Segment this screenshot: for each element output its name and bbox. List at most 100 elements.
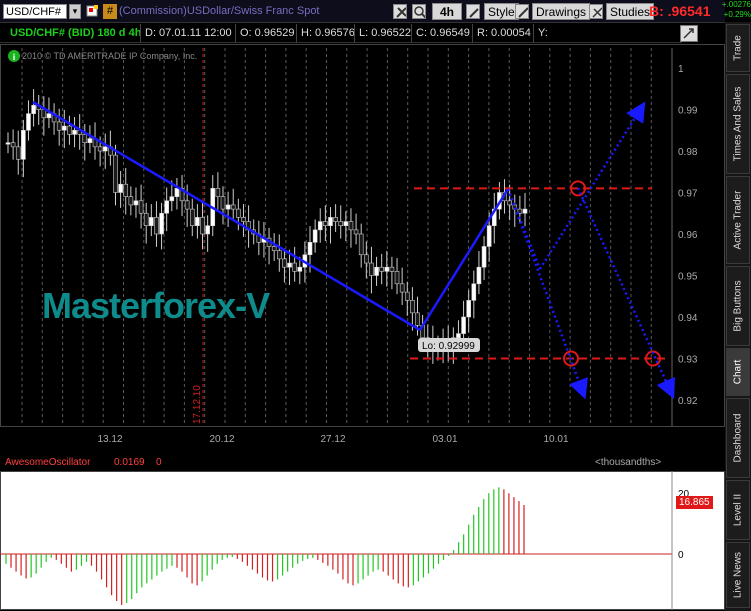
candle bbox=[169, 196, 175, 202]
candle bbox=[97, 146, 103, 152]
candle bbox=[343, 221, 349, 227]
candle bbox=[133, 200, 139, 206]
candle bbox=[154, 217, 159, 235]
pencil-icon[interactable] bbox=[466, 4, 480, 19]
candle bbox=[374, 266, 379, 276]
tools-icon[interactable] bbox=[393, 4, 407, 19]
tab-dashboard[interactable]: Dashboard bbox=[726, 398, 750, 478]
candle bbox=[466, 300, 471, 318]
candle bbox=[159, 212, 164, 235]
candle bbox=[46, 113, 52, 119]
candle bbox=[338, 221, 344, 227]
info-high: H: 0.96576 bbox=[301, 27, 355, 39]
studies-button[interactable]: Studies bbox=[606, 3, 655, 20]
candle bbox=[220, 196, 226, 210]
candle bbox=[72, 129, 77, 135]
candle bbox=[364, 254, 369, 264]
candle bbox=[292, 262, 297, 272]
oscillator-name[interactable]: AwesomeOscillator bbox=[5, 457, 90, 468]
watchlist-icon[interactable] bbox=[86, 4, 100, 19]
tab-active-trader[interactable]: Active Trader bbox=[726, 176, 750, 264]
price-tick-label: 0.96 bbox=[678, 230, 698, 241]
candle bbox=[67, 125, 72, 135]
time-tick-label: 27.12 bbox=[320, 434, 345, 445]
tab-chart[interactable]: Chart bbox=[726, 348, 750, 396]
price-tick-label: 0.95 bbox=[678, 272, 698, 283]
candle bbox=[174, 188, 180, 197]
price-tick-label: 0.98 bbox=[678, 147, 698, 158]
magnifier-icon[interactable] bbox=[412, 4, 426, 19]
candle bbox=[15, 146, 21, 160]
candle bbox=[10, 142, 16, 148]
candle bbox=[404, 291, 410, 301]
candle bbox=[379, 266, 384, 272]
candle bbox=[230, 204, 236, 210]
candle bbox=[369, 262, 374, 276]
hash-icon[interactable]: # bbox=[103, 4, 117, 19]
info-y: Y: bbox=[538, 27, 548, 39]
price-chart[interactable]: 17.12.10 1 0.99 0.98 0.97 0.96 0.95 0.94 0.93 0.9… bbox=[0, 44, 725, 456]
candle bbox=[486, 225, 492, 247]
style-button[interactable]: Style bbox=[484, 3, 519, 20]
oscillator-value2: 0 bbox=[156, 457, 162, 468]
oscillator-chart[interactable]: 200 bbox=[0, 471, 725, 611]
candle bbox=[399, 283, 405, 293]
candle bbox=[507, 200, 512, 206]
candle bbox=[87, 138, 93, 144]
candle bbox=[215, 188, 221, 197]
symbol-input[interactable]: USD/CHF# bbox=[3, 4, 67, 19]
candle bbox=[358, 233, 364, 256]
price-tick-label: 0.92 bbox=[678, 396, 698, 407]
time-tick-label: 13.12 bbox=[97, 434, 122, 445]
candle bbox=[21, 129, 26, 160]
tab-times-and-sales[interactable]: Times And Sales bbox=[726, 74, 750, 174]
candle bbox=[297, 266, 303, 272]
brand-label: Masterforex-V bbox=[42, 285, 270, 326]
candle bbox=[282, 258, 287, 268]
symbol-dropdown-button[interactable]: ▾ bbox=[69, 4, 81, 19]
candle bbox=[123, 183, 129, 197]
candle bbox=[31, 105, 36, 114]
candle bbox=[271, 246, 277, 251]
oscillator-units: <thousandths> bbox=[595, 457, 662, 468]
candle bbox=[312, 229, 318, 243]
copyright-watermark: 2010 © TD AMERITRADE IP Company, Inc. bbox=[22, 51, 198, 61]
candle bbox=[287, 262, 292, 268]
timeframe-button[interactable]: 4h bbox=[432, 3, 462, 20]
time-tick-label: 10.01 bbox=[543, 434, 568, 445]
candle bbox=[348, 221, 354, 231]
drawings-button[interactable]: Drawings bbox=[532, 3, 591, 20]
candle bbox=[236, 208, 241, 218]
info-symbol: USD/CHF# (BID) 180 d 4h bbox=[10, 27, 142, 39]
studies-icon[interactable] bbox=[589, 4, 603, 19]
bid-price: B: .96541 bbox=[649, 3, 711, 19]
candle bbox=[164, 200, 169, 214]
low-label: Lo: 0.92999 bbox=[422, 341, 475, 352]
info-date: D: 07.01.11 12:00 bbox=[145, 27, 232, 39]
tab-live-news[interactable]: Live News bbox=[726, 542, 750, 608]
candle bbox=[394, 271, 400, 285]
tab-level-ii[interactable]: Level II bbox=[726, 480, 750, 540]
candle bbox=[241, 217, 246, 222]
price-tick-label: 0.93 bbox=[678, 355, 698, 366]
toolbar: USD/CHF# ▾ # (Commission)USDollar/Swiss … bbox=[0, 0, 725, 23]
candle bbox=[353, 229, 359, 235]
candle bbox=[82, 134, 88, 144]
candle bbox=[5, 142, 11, 145]
oscillator-frame bbox=[0, 471, 725, 610]
drawing-icon[interactable] bbox=[515, 4, 529, 19]
candle bbox=[307, 242, 313, 256]
oscillator-value: 0.0169 bbox=[114, 457, 145, 468]
candle bbox=[102, 146, 108, 152]
app-window: { "toolbar": { "symbol": "USD/CHF#", "de… bbox=[0, 0, 751, 611]
candle bbox=[456, 333, 461, 339]
settings-button[interactable] bbox=[680, 25, 698, 42]
tab-big-buttons[interactable]: Big Buttons bbox=[726, 266, 750, 346]
candle bbox=[415, 312, 420, 326]
candle bbox=[26, 113, 31, 131]
candle bbox=[225, 204, 231, 210]
info-icon[interactable]: i bbox=[8, 50, 20, 62]
candle bbox=[389, 266, 395, 272]
tab-trade[interactable]: Trade bbox=[726, 24, 750, 72]
info-low: L: 0.96522 bbox=[359, 27, 411, 39]
